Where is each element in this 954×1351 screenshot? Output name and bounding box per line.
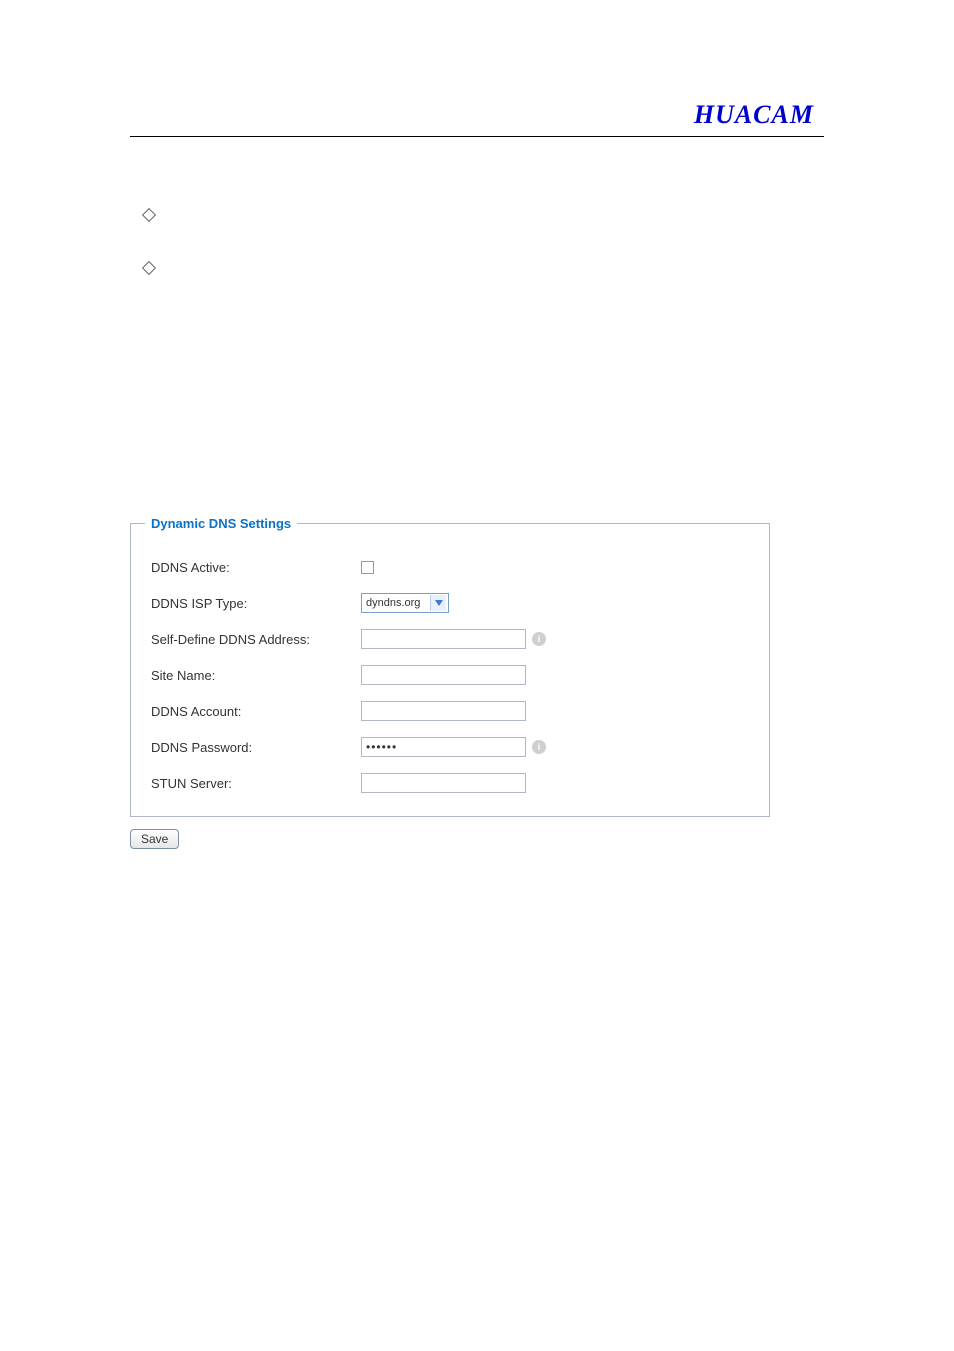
- stun-server-label: STUN Server:: [151, 776, 361, 791]
- ddns-password-input[interactable]: ••••••: [361, 737, 526, 757]
- ddns-active-label: DDNS Active:: [151, 560, 361, 575]
- header-divider: [130, 136, 824, 137]
- ddns-account-label: DDNS Account:: [151, 704, 361, 719]
- ddns-fieldset: Dynamic DNS Settings DDNS Active: DDNS I…: [130, 523, 770, 817]
- ddns-active-checkbox[interactable]: [361, 561, 374, 574]
- ddns-account-input[interactable]: [361, 701, 526, 721]
- intro-bullets: [130, 207, 824, 273]
- diamond-icon: [142, 261, 156, 275]
- save-button[interactable]: Save: [130, 829, 179, 849]
- fieldset-legend: Dynamic DNS Settings: [145, 516, 297, 531]
- self-define-label: Self-Define DDNS Address:: [151, 632, 361, 647]
- info-icon[interactable]: i: [532, 632, 546, 646]
- ddns-isp-select[interactable]: dyndns.org: [361, 593, 449, 613]
- ddns-isp-label: DDNS ISP Type:: [151, 596, 361, 611]
- chevron-down-icon: [430, 595, 446, 611]
- site-name-input[interactable]: [361, 665, 526, 685]
- ddns-isp-value: dyndns.org: [366, 597, 426, 609]
- info-icon[interactable]: i: [532, 740, 546, 754]
- ddns-password-label: DDNS Password:: [151, 740, 361, 755]
- site-name-label: Site Name:: [151, 668, 361, 683]
- self-define-input[interactable]: [361, 629, 526, 649]
- stun-server-input[interactable]: [361, 773, 526, 793]
- diamond-icon: [142, 208, 156, 222]
- brand-logo: HUACAM: [130, 100, 824, 130]
